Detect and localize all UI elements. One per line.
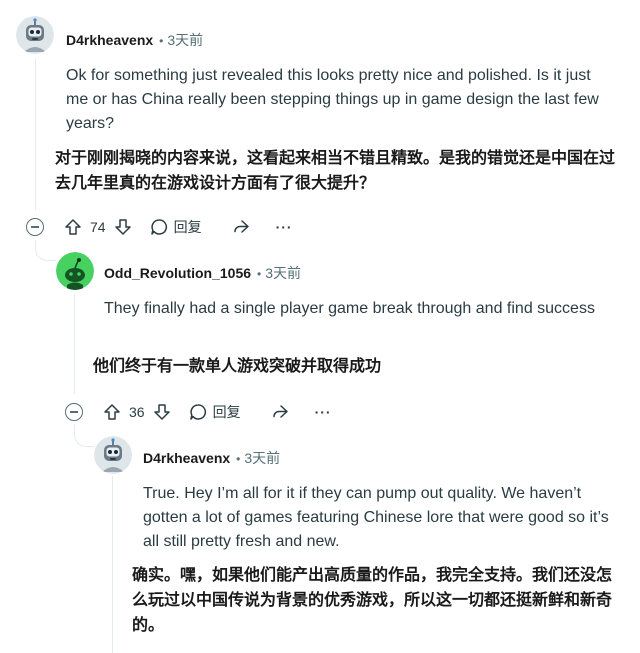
reply-label: 回复	[212, 404, 241, 420]
downvote-icon[interactable]	[114, 218, 132, 236]
thread-connector-1	[35, 240, 56, 261]
comment-text-en: They finally had a single player game br…	[104, 300, 595, 317]
vote-count: 74	[90, 219, 106, 235]
downvote-icon[interactable]	[153, 403, 171, 421]
author-name[interactable]: Odd_Revolution_1056	[104, 265, 251, 281]
meta-separator: •	[257, 267, 262, 281]
upvote-icon[interactable]	[103, 403, 121, 421]
comment-action-bar: 74 回复 ···	[26, 211, 293, 243]
comment-thread: D4rkheavenx • 3天前 Ok for something just …	[0, 0, 640, 653]
comment-bubble-icon	[189, 404, 206, 420]
avatar[interactable]	[16, 16, 54, 54]
meta-separator: •	[236, 452, 241, 466]
reply-button[interactable]: 回复	[189, 402, 241, 422]
more-options-icon[interactable]: ···	[276, 219, 293, 235]
collapse-thread-button[interactable]	[26, 218, 44, 236]
timestamp[interactable]: 3天前	[167, 30, 203, 50]
comment-meta: D4rkheavenx • 3天前	[66, 30, 203, 50]
comment-action-bar: 36 回复 ···	[65, 396, 332, 428]
timestamp[interactable]: 3天前	[265, 263, 301, 283]
comment-text-zh: 对于刚刚揭晓的内容来说，这看起来相当不错且精致。是我的错觉还是中国在过去几年里真…	[55, 150, 616, 192]
robot-avatar-icon	[94, 436, 132, 474]
timestamp[interactable]: 3天前	[244, 448, 280, 468]
meta-separator: •	[159, 34, 164, 48]
avatar[interactable]	[94, 436, 132, 474]
avatar[interactable]	[56, 252, 94, 290]
comment-meta: Odd_Revolution_1056 • 3天前	[104, 263, 301, 283]
upvote-icon[interactable]	[64, 218, 82, 236]
comment-text-zh: 他们终于有一款单人游戏突破并取得成功	[93, 358, 382, 375]
reply-button[interactable]: 回复	[150, 217, 202, 237]
thread-line-level1[interactable]	[74, 294, 75, 394]
thread-line-level2[interactable]	[112, 476, 113, 653]
author-name[interactable]: D4rkheavenx	[66, 32, 153, 48]
author-name[interactable]: D4rkheavenx	[143, 450, 230, 466]
thread-line-top[interactable]	[35, 58, 36, 210]
collapse-thread-button[interactable]	[65, 403, 83, 421]
more-options-icon[interactable]: ···	[315, 404, 332, 420]
vote-count: 36	[129, 404, 145, 420]
comment-text-zh: 确实。嘿，如果他们能产出高质量的作品，我完全支持。我们还没怎么玩过以中国传说为背…	[132, 567, 613, 634]
reply-label: 回复	[173, 219, 202, 235]
share-icon[interactable]	[271, 403, 289, 421]
comment-bubble-icon	[150, 219, 167, 235]
comment-text-en: Ok for something just revealed this look…	[66, 67, 599, 132]
comment-text-en: True. Hey I’m all for it if they can pum…	[143, 485, 609, 550]
share-icon[interactable]	[232, 218, 250, 236]
robot-avatar-icon	[16, 16, 54, 54]
snoo-avatar-icon	[56, 252, 94, 290]
comment-meta: D4rkheavenx • 3天前	[143, 448, 280, 468]
